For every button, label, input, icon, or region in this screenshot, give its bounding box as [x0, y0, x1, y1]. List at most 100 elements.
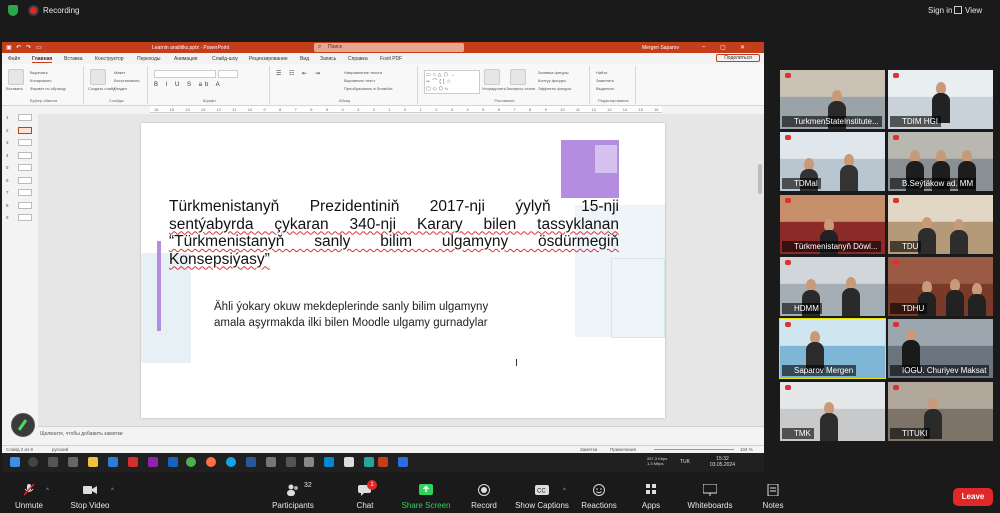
zoom-slider[interactable] — [654, 449, 734, 450]
save-icon[interactable]: ▣ — [6, 44, 12, 51]
system-clock[interactable]: 15:32 03.05.2024 — [710, 456, 735, 468]
participant-tile[interactable]: TDMaI — [780, 132, 885, 192]
tab-foxit-pdf[interactable]: Foxit PDF — [380, 56, 402, 62]
slide-thumbnail[interactable]: 3 — [6, 139, 34, 147]
stop-video-button[interactable]: Stop Video — [66, 478, 114, 513]
chat-button[interactable]: 1 Chat — [348, 478, 382, 513]
font-size-select[interactable] — [218, 70, 238, 78]
slide-body-text[interactable]: Ähli ýokary okuw mekdeplerinde sanly bil… — [214, 300, 554, 331]
file-explorer-icon[interactable] — [88, 457, 98, 467]
tab-file[interactable]: Файл — [8, 56, 20, 62]
firefox-icon[interactable] — [206, 457, 216, 467]
app-icon[interactable] — [344, 457, 354, 467]
slide-thumbnail[interactable]: 1 — [6, 114, 34, 122]
participant-tile[interactable]: B.Seýtäkow ad. MM — [888, 132, 993, 192]
quick-styles-button[interactable]: Экспресс-стили — [506, 86, 535, 91]
font-family-select[interactable] — [154, 70, 216, 78]
tab-insert[interactable]: Вставка — [64, 56, 83, 62]
apps-button[interactable]: Apps — [636, 478, 666, 513]
participant-tile[interactable]: Saparov Mergen — [779, 318, 886, 380]
tab-help[interactable]: Справка — [348, 56, 368, 62]
undo-icon[interactable]: ↶ — [16, 44, 21, 51]
chrome-icon[interactable] — [186, 457, 196, 467]
app-icon[interactable] — [364, 457, 374, 467]
edge-icon[interactable] — [226, 457, 236, 467]
replace-button[interactable]: Заменить — [596, 78, 614, 83]
new-slide-button[interactable]: Создать слайд — [88, 86, 115, 91]
shape-outline-button[interactable]: Контур фигуры — [538, 78, 566, 83]
new-slide-icon[interactable] — [90, 69, 106, 85]
sign-in-link[interactable]: Sign in — [928, 6, 952, 15]
share-screen-button[interactable]: Share Screen — [400, 478, 452, 513]
slide-thumbnail[interactable]: 4 — [6, 151, 34, 160]
tab-slideshow[interactable]: Слайд-шоу — [212, 56, 238, 62]
participant-tile[interactable]: TurkmenStateInstitute... — [780, 70, 885, 129]
arrange-icon[interactable] — [484, 69, 500, 85]
smartart-button[interactable]: Преобразовать в SmartArt — [344, 86, 393, 91]
slide-thumbnail[interactable]: 9 — [6, 214, 34, 222]
shape-fill-button[interactable]: Заливка фигуры — [538, 70, 569, 75]
section-button[interactable]: Раздел — [114, 86, 127, 91]
text-direction-button[interactable]: Направление текста — [344, 70, 382, 75]
share-button[interactable]: Поделиться — [716, 54, 760, 62]
leave-button[interactable]: Leave — [953, 488, 993, 506]
reactions-button[interactable]: Reactions — [580, 478, 618, 513]
app-icon[interactable] — [286, 457, 296, 467]
calculator-icon[interactable] — [304, 457, 314, 467]
tab-design[interactable]: Конструктор — [95, 56, 124, 62]
align-text-button[interactable]: Выровнять текст — [344, 78, 375, 83]
app-icon[interactable] — [324, 457, 334, 467]
slide-canvas[interactable]: Türkmenistanyň Prezidentiniň 2017-nji ýy… — [141, 123, 665, 418]
slideshow-start-icon[interactable]: ▭ — [36, 44, 42, 51]
participant-tile[interactable]: TMK — [780, 381, 885, 441]
zoom-level[interactable]: 104 % — [740, 447, 753, 452]
tab-review[interactable]: Рецензирование — [249, 56, 288, 62]
app-icon[interactable] — [148, 457, 158, 467]
participant-tile[interactable]: IOGU. Churiyev Maksat — [888, 319, 993, 379]
maximize-icon[interactable]: ▢ — [720, 44, 726, 51]
participant-tile[interactable]: TDHU — [888, 256, 993, 316]
notes-button[interactable]: Заметки — [580, 447, 597, 452]
quick-styles-icon[interactable] — [510, 69, 526, 85]
shapes-gallery[interactable]: ▭○△⬠→ ⇨⌒{}☆ ▢◇⬡⤷ — [424, 70, 480, 94]
view-button[interactable]: View — [965, 6, 982, 15]
layout-button[interactable]: Макет — [114, 70, 125, 75]
tab-animations[interactable]: Анимация — [174, 56, 197, 62]
comments-button[interactable]: Примечания — [610, 447, 636, 452]
annotate-pen-button[interactable] — [11, 413, 35, 437]
shape-effects-button[interactable]: Эффекты фигуры — [538, 86, 571, 91]
zoom-app-icon[interactable] — [398, 457, 408, 467]
format-painter-button[interactable]: Формат по образцу — [30, 86, 66, 91]
cut-button[interactable]: Вырезать — [30, 70, 48, 75]
slide-thumbnail[interactable]: 8 — [6, 201, 34, 210]
notes-pane[interactable]: Щелкните, чтобы добавить заметки — [38, 426, 764, 439]
participant-tile[interactable]: Türkmenistanyň Döwl... — [780, 194, 885, 254]
search-icon[interactable] — [28, 457, 38, 467]
word-icon[interactable] — [246, 457, 256, 467]
tab-transitions[interactable]: Переходы — [137, 56, 160, 62]
slide-thumbnail[interactable]: 7 — [6, 189, 34, 197]
select-button[interactable]: Выделить — [596, 86, 614, 91]
font-style-buttons[interactable]: B I U S ab A — [154, 82, 254, 89]
vertical-scrollbar[interactable] — [758, 164, 762, 194]
app-icon[interactable] — [168, 457, 178, 467]
widgets-icon[interactable] — [68, 457, 78, 467]
close-icon[interactable]: ✕ — [740, 44, 745, 51]
participants-button[interactable]: 32 Participants — [268, 478, 318, 513]
minimize-icon[interactable]: – — [702, 44, 705, 50]
start-icon[interactable] — [10, 457, 20, 467]
security-shield-icon[interactable] — [8, 5, 18, 16]
participant-tile[interactable]: TDU — [888, 194, 993, 254]
language-indicator[interactable]: русский — [52, 447, 68, 452]
captions-options-chevron-icon[interactable]: ^ — [563, 488, 566, 494]
list-buttons[interactable]: ☰ ☷ ⇤ ⇥ — [276, 70, 323, 77]
participant-tile[interactable]: HDMM — [780, 256, 885, 316]
user-name[interactable]: Mergen Saparov — [642, 45, 679, 51]
powerpoint-icon[interactable] — [378, 457, 388, 467]
reset-button[interactable]: Восстановить — [114, 78, 140, 83]
paste-button[interactable]: Вставить — [6, 86, 23, 91]
app-icon[interactable] — [108, 457, 118, 467]
grid-view-icon[interactable] — [954, 6, 962, 14]
audio-options-chevron-icon[interactable]: ^ — [46, 488, 49, 494]
redo-icon[interactable]: ↷ — [26, 44, 31, 51]
